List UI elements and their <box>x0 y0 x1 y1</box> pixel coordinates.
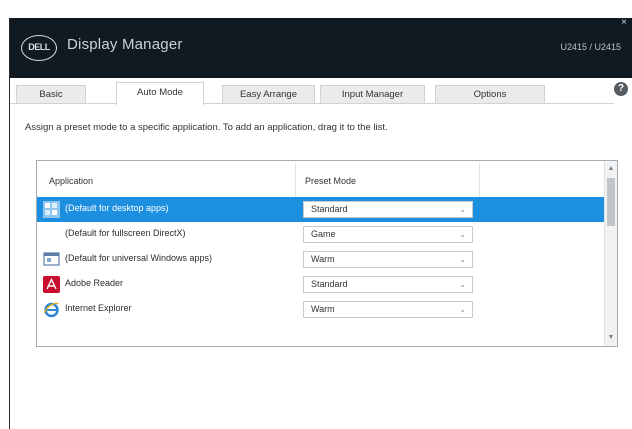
scroll-up-icon[interactable]: ▲ <box>605 163 617 175</box>
dropdown-value: Standard <box>311 279 348 289</box>
chevron-down-icon: ⌄ <box>459 305 466 314</box>
desktop-apps-icon <box>43 201 60 218</box>
column-divider <box>295 163 296 197</box>
internet-explorer-icon <box>43 302 59 318</box>
close-icon[interactable]: × <box>617 17 631 31</box>
row-app-name: (Default for universal Windows apps) <box>65 253 213 263</box>
windows-app-icon <box>43 252 60 266</box>
tab-basic[interactable]: Basic <box>16 85 86 104</box>
row-app-name: Internet Explorer <box>65 303 132 313</box>
monitor-model: U2415 / U2415 <box>560 42 621 52</box>
preset-mode-dropdown[interactable]: Standard ⌄ <box>303 201 473 218</box>
chevron-down-icon: ⌄ <box>459 280 466 289</box>
chevron-down-icon: ⌄ <box>459 230 466 239</box>
table-row[interactable]: (Default for desktop apps) Standard ⌄ <box>37 197 606 222</box>
scrollbar-thumb[interactable] <box>607 178 615 226</box>
dropdown-value: Warm <box>311 304 335 314</box>
tab-input-manager[interactable]: Input Manager <box>320 85 425 104</box>
column-header-preset-mode[interactable]: Preset Mode <box>305 176 356 186</box>
adobe-reader-icon <box>43 276 60 293</box>
row-app-name: Adobe Reader <box>65 278 124 288</box>
chevron-down-icon: ⌄ <box>459 255 466 264</box>
preset-mode-dropdown[interactable]: Warm ⌄ <box>303 301 473 318</box>
table-row[interactable]: (Default for universal Windows apps) War… <box>37 247 606 272</box>
tab-options[interactable]: Options <box>435 85 545 104</box>
app-window: DELL Display Manager × U2415 / U2415 Bas… <box>9 17 632 429</box>
tab-bar: Basic Auto Mode Easy Arrange Input Manag… <box>10 80 632 105</box>
dropdown-value: Standard <box>311 204 348 214</box>
row-app-name: (Default for fullscreen DirectX) <box>65 228 186 238</box>
vertical-scrollbar[interactable]: ▲ ▼ <box>604 161 617 346</box>
dropdown-value: Warm <box>311 254 335 264</box>
row-app-name: (Default for desktop apps) <box>65 203 169 213</box>
column-header-application[interactable]: Application <box>49 176 93 186</box>
dropdown-value: Game <box>311 229 336 239</box>
table-row[interactable]: Internet Explorer Warm ⌄ <box>37 297 606 322</box>
preset-mode-dropdown[interactable]: Standard ⌄ <box>303 276 473 293</box>
title-bar: DELL Display Manager × U2415 / U2415 <box>10 17 632 78</box>
instruction-text: Assign a preset mode to a specific appli… <box>25 122 388 133</box>
table-row[interactable]: Adobe Reader Standard ⌄ <box>37 272 606 297</box>
column-divider <box>479 163 480 197</box>
preset-mode-dropdown[interactable]: Game ⌄ <box>303 226 473 243</box>
chevron-down-icon: ⌄ <box>459 205 466 214</box>
app-title: Display Manager <box>67 36 183 53</box>
tab-easy-arrange[interactable]: Easy Arrange <box>222 85 315 104</box>
table-header: Application Preset Mode <box>37 161 606 197</box>
app-mode-table: Application Preset Mode (Default for des… <box>36 160 618 347</box>
preset-mode-dropdown[interactable]: Warm ⌄ <box>303 251 473 268</box>
tab-divider <box>10 103 614 104</box>
dell-logo: DELL <box>21 35 57 61</box>
table-row[interactable]: (Default for fullscreen DirectX) Game ⌄ <box>37 222 606 247</box>
scroll-down-icon[interactable]: ▼ <box>605 332 617 344</box>
tab-auto-mode[interactable]: Auto Mode <box>116 82 204 105</box>
help-icon[interactable]: ? <box>614 82 628 96</box>
